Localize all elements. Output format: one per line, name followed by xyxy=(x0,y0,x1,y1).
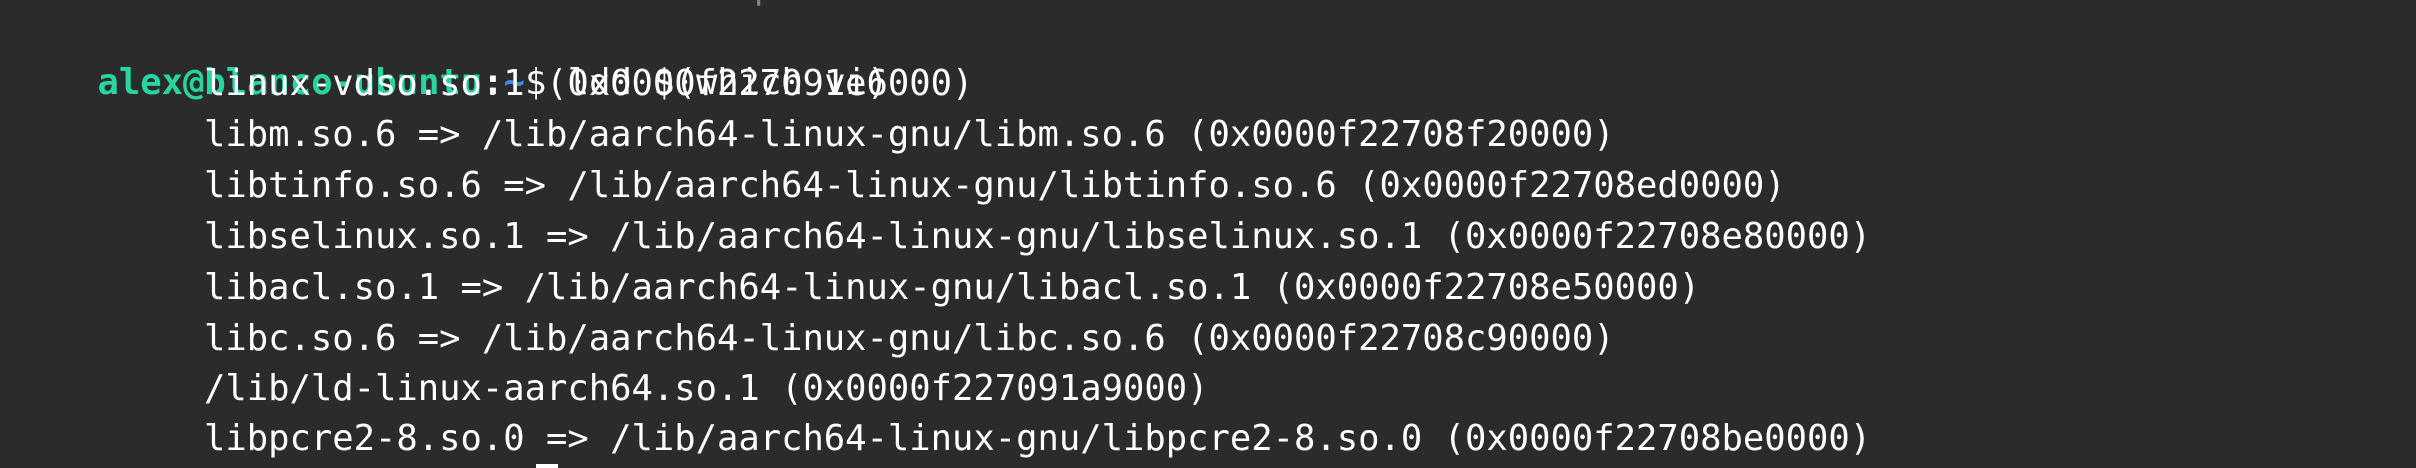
output-line: libselinux.so.1 => /lib/aarch64-linux-gn… xyxy=(204,216,1872,257)
terminal-window[interactable]: . | . . alex@blanco-ubuntu:~$ ldd $(whic… xyxy=(0,0,2416,468)
previous-output-fragment: . | . . xyxy=(0,0,2009,6)
output-line: libacl.so.1 => /lib/aarch64-linux-gnu/li… xyxy=(204,267,1701,308)
output-line: libm.so.6 => /lib/aarch64-linux-gnu/libm… xyxy=(204,114,1615,155)
prompt-line: alex@blanco-ubuntu:~$ ldd $(which vi) xyxy=(12,8,889,103)
text-cursor xyxy=(536,464,558,468)
output-line: libpcre2-8.so.0 => /lib/aarch64-linux-gn… xyxy=(204,418,1872,459)
output-line: libtinfo.so.6 => /lib/aarch64-linux-gnu/… xyxy=(204,165,1786,206)
output-line: /lib/ld-linux-aarch64.so.1 (0x0000f22709… xyxy=(204,368,1209,409)
output-line: libc.so.6 => /lib/aarch64-linux-gnu/libc… xyxy=(204,318,1615,359)
output-line: linux-vdso.so.1 (0x0000f227091e6000) xyxy=(204,63,974,104)
